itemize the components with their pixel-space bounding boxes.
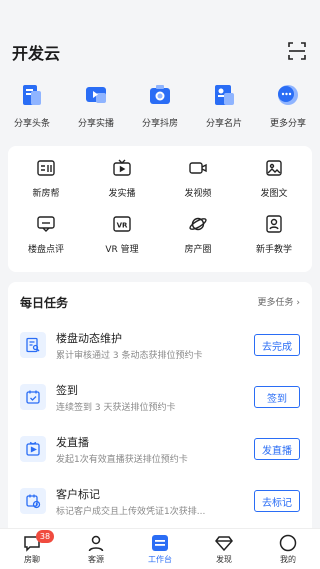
calendar-check-icon bbox=[20, 384, 46, 410]
headline-icon bbox=[19, 82, 45, 108]
daily-tasks-header: 每日任务 更多任务 › bbox=[20, 292, 300, 312]
document-search-icon bbox=[20, 332, 46, 358]
tv-icon bbox=[112, 158, 132, 178]
share-douyin-button[interactable]: 分享抖房 bbox=[128, 82, 192, 136]
header: 开发云 bbox=[0, 0, 320, 78]
task-action-button[interactable]: 去标记 bbox=[254, 490, 300, 512]
live-play-icon bbox=[20, 436, 46, 462]
tab-workbench-label: 工作台 bbox=[148, 555, 172, 564]
tool-new-house-label: 新房帮 bbox=[32, 189, 60, 199]
task-action-button[interactable]: 发直播 bbox=[254, 438, 300, 460]
chevron-right-icon: › bbox=[296, 298, 300, 308]
profile-circle-icon bbox=[279, 534, 297, 552]
workbench-icon bbox=[151, 534, 169, 552]
camera-icon bbox=[147, 82, 173, 108]
share-card-button[interactable]: 分享名片 bbox=[192, 82, 256, 136]
task-row: 楼盘动态维护 累计审核通过 3 条动态获排位预约卡 去完成 bbox=[20, 328, 304, 368]
task-action-button[interactable]: 签到 bbox=[254, 386, 300, 408]
image-icon bbox=[264, 158, 284, 178]
bottom-tab-bar: 房聊 38 客源 工作台 发现 我的 bbox=[0, 528, 320, 569]
tab-chat[interactable]: 房聊 38 bbox=[0, 529, 64, 569]
task-title: 楼盘动态维护 bbox=[56, 332, 122, 345]
task-title: 发直播 bbox=[56, 436, 89, 449]
task-desc: 连续签到 3 天获送排位预约卡 bbox=[56, 403, 176, 413]
tool-vr-label: VR 管理 bbox=[105, 245, 139, 255]
tools-card: 新房帮 发实播 发视频 发图文 楼盘点评 VR VR 管理 房产圈 新手教学 bbox=[8, 146, 312, 272]
share-more-label: 更多分享 bbox=[269, 119, 306, 129]
tool-circle-label: 房产圈 bbox=[184, 245, 212, 255]
task-title: 客户标记 bbox=[56, 488, 100, 501]
task-title: 签到 bbox=[56, 384, 78, 397]
scan-icon[interactable] bbox=[288, 42, 306, 60]
task-row: 客户标记 标记客户成交且上传效凭证1次获排... 去标记 bbox=[20, 484, 304, 524]
tool-live-button[interactable]: 发实播 bbox=[84, 158, 160, 214]
share-headline-label: 分享头条 bbox=[13, 119, 50, 129]
planet-icon bbox=[188, 214, 208, 234]
tool-circle-button[interactable]: 房产圈 bbox=[160, 214, 236, 270]
tab-profile-label: 我的 bbox=[280, 555, 296, 564]
daily-tasks-title: 每日任务 bbox=[20, 296, 69, 310]
tool-image-text-label: 发图文 bbox=[260, 189, 288, 199]
task-desc: 标记客户成交且上传效凭证1次获排... bbox=[56, 507, 206, 517]
tool-new-house-button[interactable]: 新房帮 bbox=[8, 158, 84, 214]
share-douyin-label: 分享抖房 bbox=[141, 119, 178, 129]
tool-comment-label: 楼盘点评 bbox=[27, 245, 64, 255]
tool-comment-button[interactable]: 楼盘点评 bbox=[8, 214, 84, 270]
task-action-button[interactable]: 去完成 bbox=[254, 334, 300, 356]
share-card-label: 分享名片 bbox=[205, 119, 242, 129]
task-desc: 发起1次有效直播获送排位预约卡 bbox=[56, 455, 188, 465]
diamond-icon bbox=[215, 534, 233, 552]
chat-bubble-icon bbox=[275, 82, 301, 108]
tool-vr-button[interactable]: VR VR 管理 bbox=[84, 214, 160, 270]
svg-text:VR: VR bbox=[117, 222, 128, 230]
business-card-icon bbox=[211, 82, 237, 108]
tab-discover-label: 发现 bbox=[216, 555, 232, 564]
page-title: 开发云 bbox=[12, 44, 61, 63]
task-row: 签到 连续签到 3 天获送排位预约卡 签到 bbox=[20, 380, 304, 420]
tool-video-label: 发视频 bbox=[184, 189, 212, 199]
vr-icon: VR bbox=[112, 214, 132, 234]
person-icon bbox=[87, 534, 105, 552]
tool-live-label: 发实播 bbox=[108, 189, 136, 199]
share-live-button[interactable]: 分享实播 bbox=[64, 82, 128, 136]
tab-chat-label: 房聊 bbox=[24, 555, 40, 564]
more-tasks-link[interactable]: 更多任务 › bbox=[258, 295, 301, 308]
calendar-clock-icon bbox=[20, 488, 46, 514]
tab-discover[interactable]: 发现 bbox=[192, 529, 256, 569]
tool-video-button[interactable]: 发视频 bbox=[160, 158, 236, 214]
video-camera-icon bbox=[188, 158, 208, 178]
share-more-button[interactable]: 更多分享 bbox=[256, 82, 320, 136]
tab-profile[interactable]: 我的 bbox=[256, 529, 320, 569]
live-video-icon bbox=[83, 82, 109, 108]
new-house-icon bbox=[36, 158, 56, 178]
unread-badge: 38 bbox=[36, 530, 54, 543]
daily-tasks-card: 每日任务 更多任务 › 楼盘动态维护 累计审核通过 3 条动态获排位预约卡 去完… bbox=[8, 282, 312, 528]
comment-icon bbox=[36, 214, 56, 234]
tutorial-icon bbox=[264, 214, 284, 234]
tool-tutorial-label: 新手教学 bbox=[255, 245, 292, 255]
share-row: 分享头条 分享实播 分享抖房 分享名片 更多分享 bbox=[0, 82, 320, 136]
task-desc: 累计审核通过 3 条动态获排位预约卡 bbox=[56, 351, 203, 361]
more-tasks-label: 更多任务 bbox=[257, 298, 294, 308]
tab-customers[interactable]: 客源 bbox=[64, 529, 128, 569]
tab-customers-label: 客源 bbox=[88, 555, 104, 564]
tool-image-text-button[interactable]: 发图文 bbox=[236, 158, 312, 214]
share-live-label: 分享实播 bbox=[77, 119, 114, 129]
tool-tutorial-button[interactable]: 新手教学 bbox=[236, 214, 312, 270]
tab-workbench[interactable]: 工作台 bbox=[128, 529, 192, 569]
task-row: 发直播 发起1次有效直播获送排位预约卡 发直播 bbox=[20, 432, 304, 472]
share-headline-button[interactable]: 分享头条 bbox=[0, 82, 64, 136]
